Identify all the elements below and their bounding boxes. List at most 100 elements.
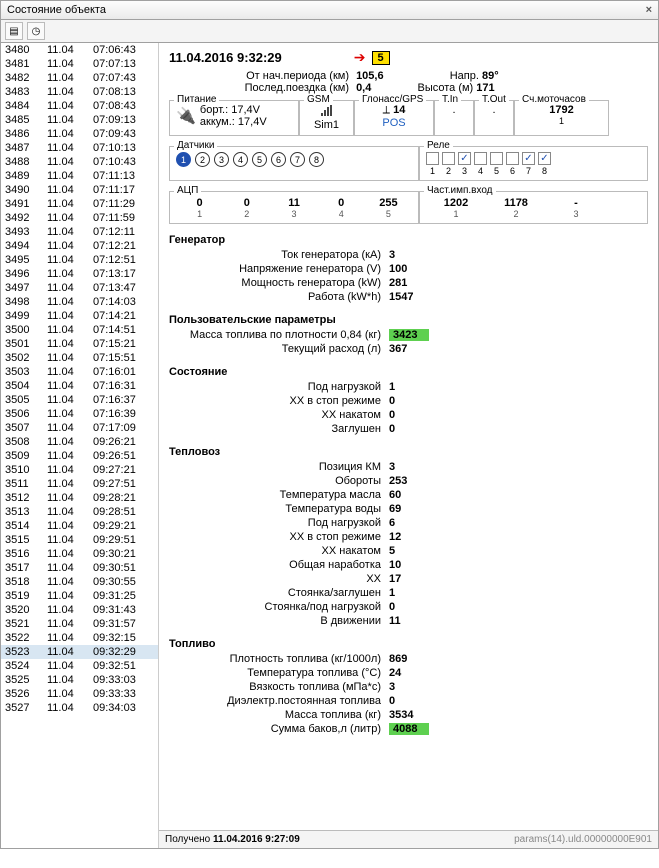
- list-item[interactable]: 352711.0409:34:03: [1, 701, 158, 715]
- list-item[interactable]: 351311.0409:28:51: [1, 505, 158, 519]
- list-item[interactable]: 351811.0409:30:55: [1, 575, 158, 589]
- list-item[interactable]: 350911.0409:26:51: [1, 449, 158, 463]
- list-item[interactable]: 351211.0409:28:21: [1, 491, 158, 505]
- list-item[interactable]: 352611.0409:33:33: [1, 687, 158, 701]
- period-label: От нач.периода (км): [189, 70, 349, 82]
- sensor-indicator[interactable]: 8: [309, 152, 324, 167]
- tool-doc-button[interactable]: ▤: [5, 22, 23, 40]
- status-box: 5: [372, 51, 390, 65]
- relay-checkbox[interactable]: 6: [506, 152, 519, 176]
- sensor-indicator[interactable]: 4: [233, 152, 248, 167]
- list-item[interactable]: 350211.0407:15:51: [1, 351, 158, 365]
- adc-col: 02: [223, 197, 270, 219]
- list-item[interactable]: 351511.0409:29:51: [1, 533, 158, 547]
- detail-pane: 11.04.2016 9:32:29 ➔ 5 От нач.периода (к…: [159, 43, 658, 848]
- param-row: Ток генератора (кА)3: [169, 248, 648, 262]
- list-item[interactable]: 352511.0409:33:03: [1, 673, 158, 687]
- list-item[interactable]: 349811.0407:14:03: [1, 295, 158, 309]
- list-item[interactable]: 348811.0407:10:43: [1, 155, 158, 169]
- list-item[interactable]: 351011.0409:27:21: [1, 463, 158, 477]
- list-item[interactable]: 352111.0409:31:57: [1, 617, 158, 631]
- list-item[interactable]: 351711.0409:30:51: [1, 561, 158, 575]
- list-item[interactable]: 348911.0407:11:13: [1, 169, 158, 183]
- tool-clock-button[interactable]: ◷: [27, 22, 45, 40]
- close-icon[interactable]: ×: [646, 4, 652, 16]
- list-item[interactable]: 352211.0409:32:15: [1, 631, 158, 645]
- relay-checkbox[interactable]: 5: [490, 152, 503, 176]
- list-item[interactable]: 349311.0407:12:11: [1, 225, 158, 239]
- gps-panel: Глонасс/GPS ⟂ 14 POS: [354, 100, 434, 136]
- alt-value: 171: [476, 82, 494, 94]
- list-item[interactable]: 348111.0407:07:13: [1, 57, 158, 71]
- adc-col: 12021: [426, 197, 486, 219]
- list-item[interactable]: 348011.0407:06:43: [1, 43, 158, 57]
- relay-checkbox[interactable]: 1: [426, 152, 439, 176]
- list-item[interactable]: 352011.0409:31:43: [1, 603, 158, 617]
- entries-list[interactable]: 348011.0407:06:43348111.0407:07:13348211…: [1, 43, 159, 848]
- antenna-icon: ⟂: [383, 104, 390, 116]
- list-item[interactable]: 348711.0407:10:13: [1, 141, 158, 155]
- list-item[interactable]: 351111.0409:27:51: [1, 477, 158, 491]
- statusbar: Получено 11.04.2016 9:27:09 params(14).u…: [159, 830, 658, 848]
- relay-checkbox[interactable]: ✓3: [458, 152, 471, 176]
- list-item[interactable]: 350411.0407:16:31: [1, 379, 158, 393]
- relay-checkbox[interactable]: 2: [442, 152, 455, 176]
- param-row: Общая наработка10: [169, 558, 648, 572]
- heading-label: Напр.: [450, 70, 479, 82]
- param-row: В движении11: [169, 614, 648, 628]
- list-item[interactable]: 352311.0409:32:29: [1, 645, 158, 659]
- list-item[interactable]: 349711.0407:13:47: [1, 281, 158, 295]
- list-item[interactable]: 349011.0407:11:17: [1, 183, 158, 197]
- list-item[interactable]: 349911.0407:14:21: [1, 309, 158, 323]
- list-item[interactable]: 349211.0407:11:59: [1, 211, 158, 225]
- param-row: Позиция КМ3: [169, 460, 648, 474]
- list-item[interactable]: 350611.0407:16:39: [1, 407, 158, 421]
- list-item[interactable]: 349411.0407:12:21: [1, 239, 158, 253]
- sensor-indicator[interactable]: 6: [271, 152, 286, 167]
- moto-panel: Сч.моточасов 1792 1: [514, 100, 609, 136]
- sensor-indicator[interactable]: 7: [290, 152, 305, 167]
- adc-col: 04: [318, 197, 365, 219]
- list-item[interactable]: 350011.0407:14:51: [1, 323, 158, 337]
- tin-panel: T.In .: [434, 100, 474, 136]
- param-row: Обороты253: [169, 474, 648, 488]
- list-item[interactable]: 350111.0407:15:21: [1, 337, 158, 351]
- list-item[interactable]: 351611.0409:30:21: [1, 547, 158, 561]
- relay-checkbox[interactable]: ✓7: [522, 152, 535, 176]
- relay-checkbox[interactable]: 4: [474, 152, 487, 176]
- list-item[interactable]: 350511.0407:16:37: [1, 393, 158, 407]
- list-item[interactable]: 351911.0409:31:25: [1, 589, 158, 603]
- list-item[interactable]: 350811.0409:26:21: [1, 435, 158, 449]
- sensor-indicator[interactable]: 1: [176, 152, 191, 167]
- adc-col: 2555: [365, 197, 412, 219]
- list-item[interactable]: 348411.0407:08:43: [1, 99, 158, 113]
- list-item[interactable]: 349611.0407:13:17: [1, 267, 158, 281]
- param-row: Стоянка/заглушен1: [169, 586, 648, 600]
- list-item[interactable]: 350311.0407:16:01: [1, 365, 158, 379]
- last-trip-label: Послед.поездка (км): [189, 82, 349, 94]
- list-item[interactable]: 350711.0407:17:09: [1, 421, 158, 435]
- sensor-indicator[interactable]: 5: [252, 152, 267, 167]
- sensor-indicator[interactable]: 3: [214, 152, 229, 167]
- freq-panel: Част.имп.вход 1202111782-3: [419, 191, 648, 224]
- list-item[interactable]: 352411.0409:32:51: [1, 659, 158, 673]
- sensor-indicator[interactable]: 2: [195, 152, 210, 167]
- plug-icon: 🔌: [176, 106, 196, 126]
- param-row: ХХ накатом5: [169, 544, 648, 558]
- list-item[interactable]: 348611.0407:09:43: [1, 127, 158, 141]
- list-item[interactable]: 348511.0407:09:13: [1, 113, 158, 127]
- list-item[interactable]: 348211.0407:07:43: [1, 71, 158, 85]
- list-item[interactable]: 351411.0409:29:21: [1, 519, 158, 533]
- gsm-panel: GSM Sim1: [299, 100, 354, 136]
- list-item[interactable]: 349511.0407:12:51: [1, 253, 158, 267]
- param-row: Под нагрузкой1: [169, 380, 648, 394]
- tout-panel: T.Out .: [474, 100, 514, 136]
- relay-checkbox[interactable]: ✓8: [538, 152, 551, 176]
- toolbar: ▤ ◷: [0, 20, 659, 43]
- param-row: Масса топлива (кг)3534: [169, 708, 648, 722]
- list-item[interactable]: 348311.0407:08:13: [1, 85, 158, 99]
- param-row: Напряжение генератора (V)100: [169, 262, 648, 276]
- param-row: Диэлектр.постоянная топлива0: [169, 694, 648, 708]
- list-item[interactable]: 349111.0407:11:29: [1, 197, 158, 211]
- param-row: ХХ в стоп режиме12: [169, 530, 648, 544]
